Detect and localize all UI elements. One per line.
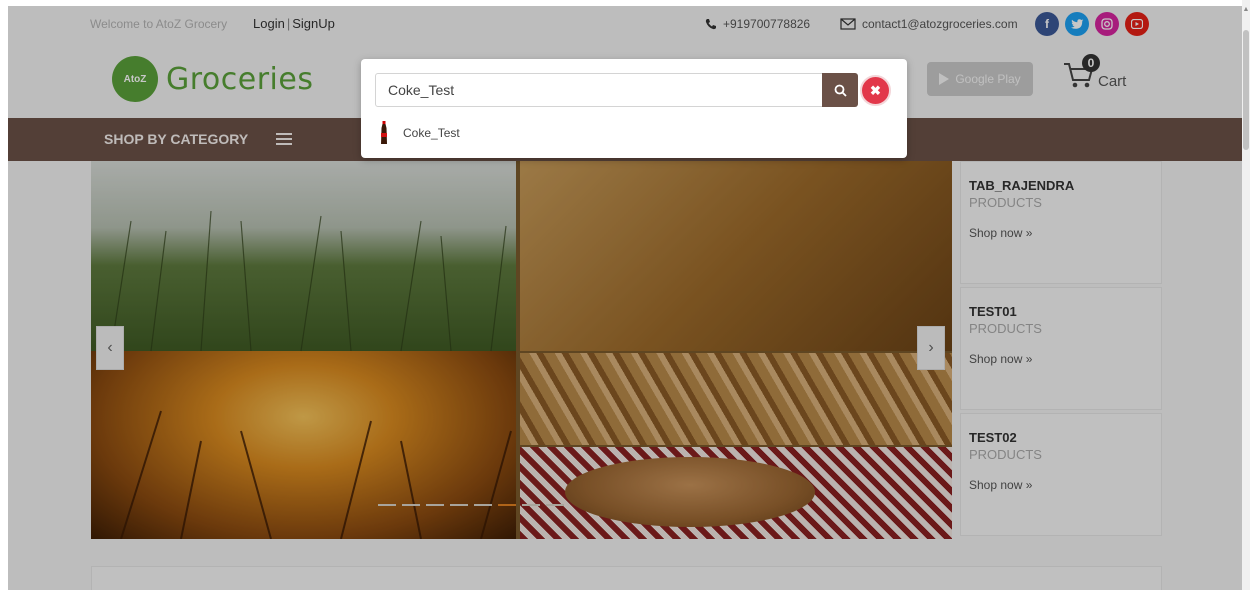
scroll-up-arrow[interactable]: ▲ [1242,6,1250,14]
search-result-item[interactable]: Coke_Test [379,121,460,145]
close-icon: ✖ [870,82,881,98]
search-input[interactable] [375,73,823,107]
scroll-thumb[interactable] [1243,30,1249,150]
search-result-label: Coke_Test [403,126,460,140]
coke-bottle-icon [381,121,387,144]
search-modal: ✖ Coke_Test [361,59,907,158]
page-scrollbar[interactable]: ▲ [1242,0,1250,590]
close-search-button[interactable]: ✖ [860,75,891,106]
page: Welcome to AtoZ Grocery Login | SignUp +91… [8,6,1242,590]
search-button[interactable] [822,73,858,107]
search-icon [834,84,847,97]
